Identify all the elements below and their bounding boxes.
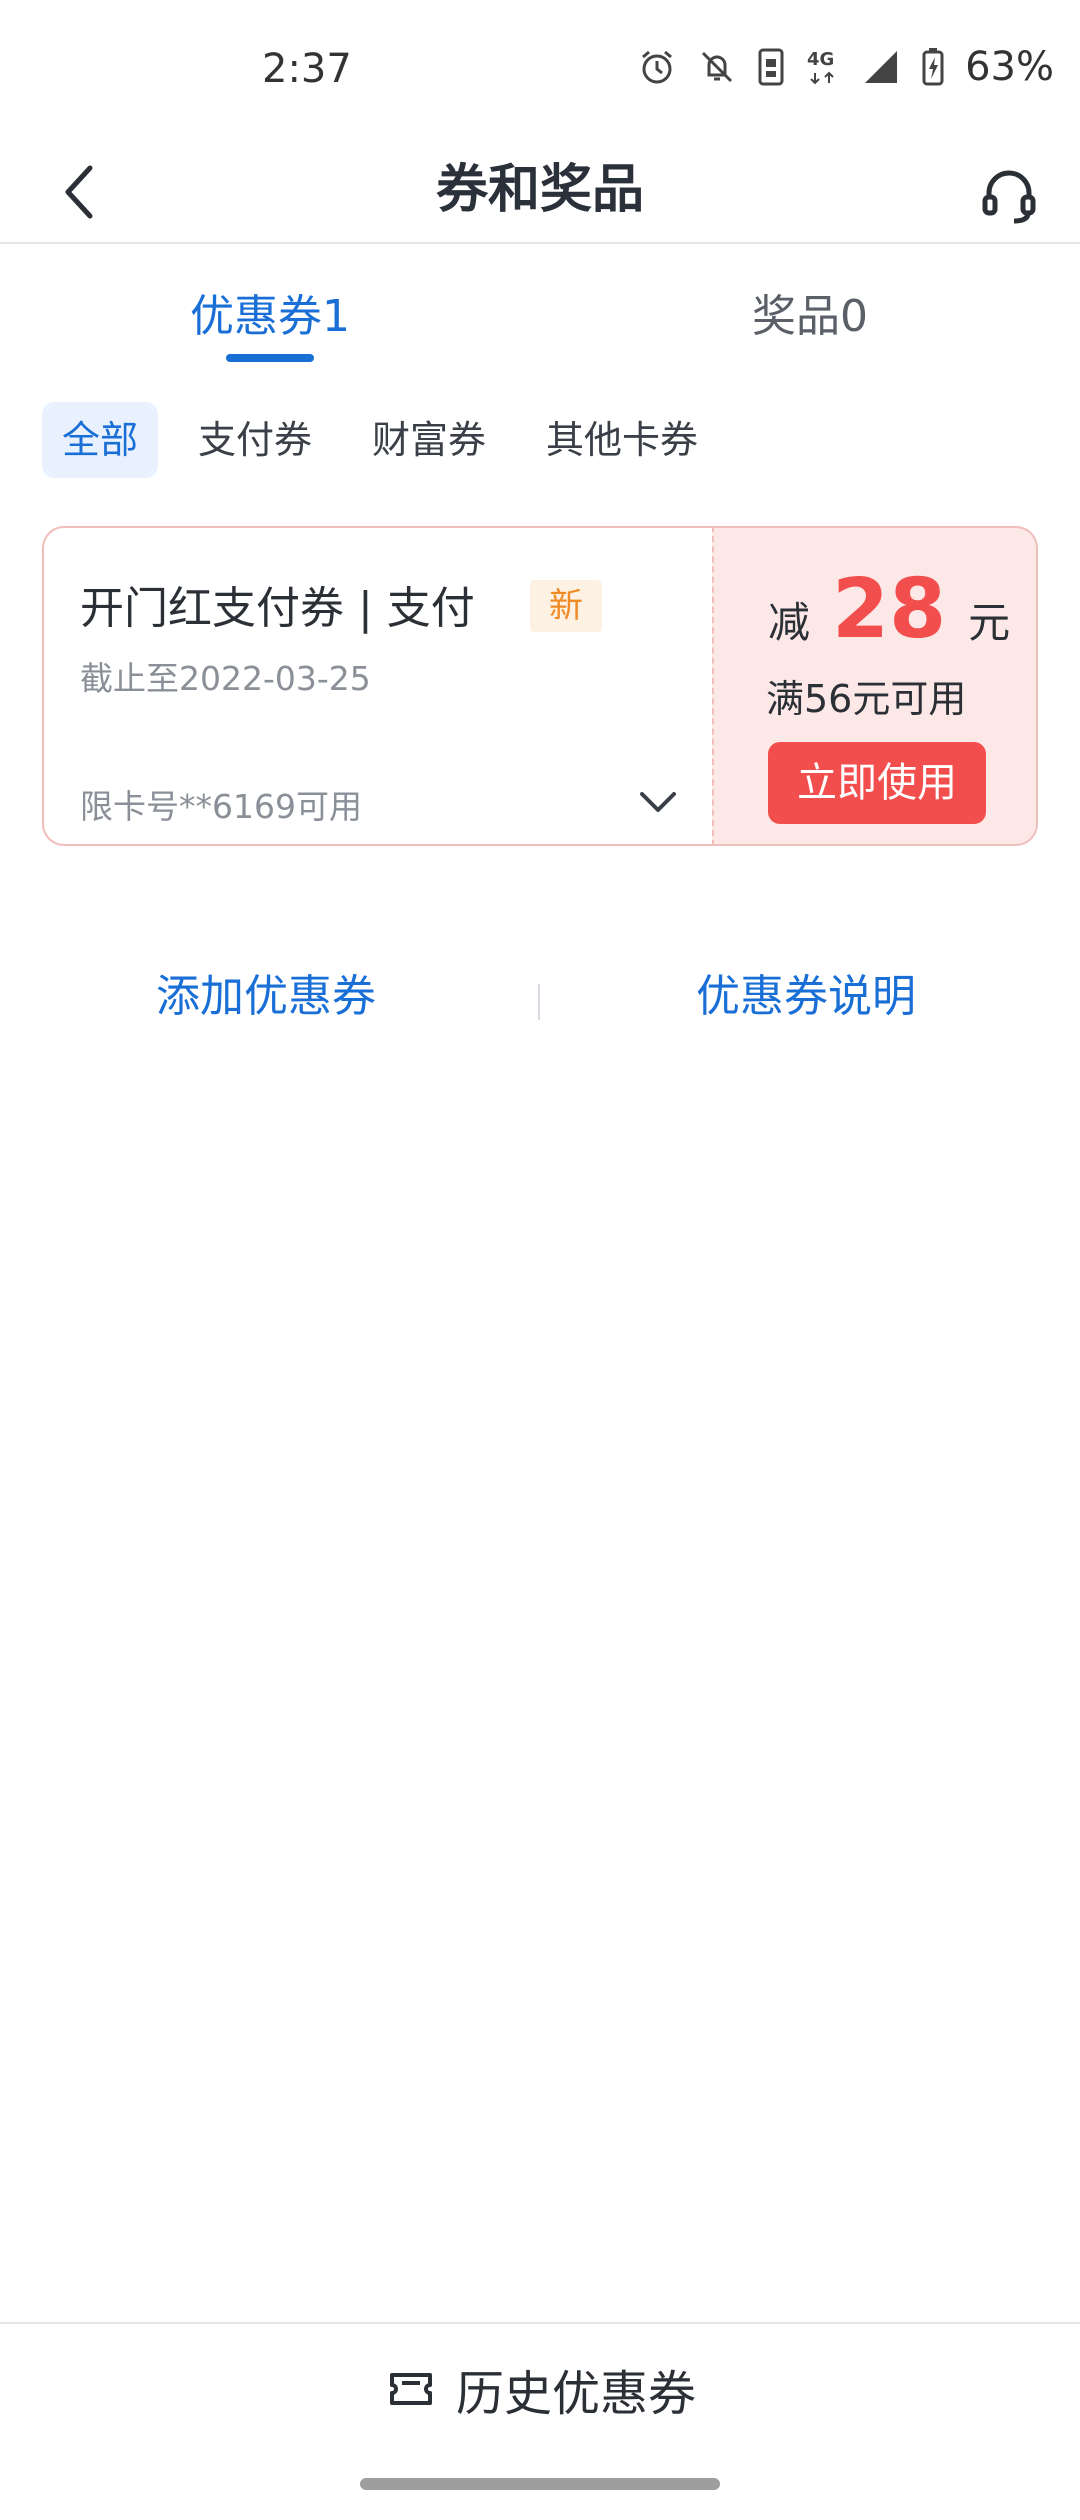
discount-amount: 减 28 元 bbox=[768, 562, 1010, 657]
coupon-value-panel: 减 28 元 满56元可用 立即使用 bbox=[712, 526, 1038, 846]
discount-prefix: 减 bbox=[768, 598, 811, 647]
tab-prizes[interactable]: 奖品0 bbox=[752, 280, 868, 344]
discount-unit: 元 bbox=[968, 598, 1011, 647]
coupon-card[interactable]: 开门红支付券 | 支付 新 截止至2022-03-25 限卡号**6169可用 … bbox=[42, 526, 1038, 846]
tab-bar: 优惠券1 奖品0 bbox=[0, 244, 1080, 364]
footer: 历史优惠券 bbox=[0, 2322, 1080, 2454]
coupon-info: 开门红支付券 | 支付 新 截止至2022-03-25 限卡号**6169可用 bbox=[42, 526, 712, 846]
discount-value: 28 bbox=[832, 562, 947, 657]
svg-text:4G: 4G bbox=[807, 49, 834, 70]
home-indicator[interactable] bbox=[360, 2478, 720, 2490]
mute-icon bbox=[702, 51, 733, 83]
expand-details-button[interactable] bbox=[636, 782, 680, 822]
coupon-card-limit: 限卡号**6169可用 bbox=[80, 787, 362, 826]
coupon-expire-date: 截止至2022-03-25 bbox=[80, 659, 371, 698]
coupon-links: 添加优惠券 优惠券说明 bbox=[0, 960, 1080, 1040]
active-tab-indicator bbox=[226, 354, 314, 362]
battery-charging-icon bbox=[922, 48, 944, 86]
customer-service-button[interactable] bbox=[964, 150, 1054, 240]
status-icons: 4G 63% bbox=[637, 44, 1054, 90]
status-time: 2:37 bbox=[262, 46, 352, 92]
sim-icon bbox=[758, 48, 784, 86]
header: 券和奖品 bbox=[0, 140, 1080, 244]
network-4g-icon: 4G bbox=[807, 49, 834, 85]
signal-icon bbox=[865, 51, 898, 83]
history-coupons-button[interactable]: 历史优惠券 bbox=[388, 2354, 696, 2424]
filter-chips: 全部 支付券 财富券 其他卡券 bbox=[42, 402, 718, 478]
chevron-down-icon bbox=[640, 792, 676, 812]
filter-payment[interactable]: 支付券 bbox=[178, 402, 332, 478]
coupon-explanation-link[interactable]: 优惠券说明 bbox=[696, 960, 916, 1024]
battery-level: 63% bbox=[965, 44, 1054, 90]
new-badge: 新 bbox=[530, 580, 602, 632]
add-coupon-link[interactable]: 添加优惠券 bbox=[156, 960, 376, 1024]
filter-other-cards[interactable]: 其他卡券 bbox=[526, 402, 718, 478]
alarm-icon bbox=[642, 50, 673, 84]
filter-all[interactable]: 全部 bbox=[42, 402, 159, 478]
history-coupons-label: 历史优惠券 bbox=[456, 2366, 697, 2422]
ticket-icon bbox=[390, 2373, 432, 2405]
page-title: 券和奖品 bbox=[435, 160, 644, 220]
headset-icon bbox=[982, 170, 1036, 224]
filter-wealth[interactable]: 财富券 bbox=[352, 402, 506, 478]
coupon-threshold: 满56元可用 bbox=[766, 677, 967, 721]
status-bar: 2:37 4G 63% bbox=[0, 0, 1080, 140]
links-divider bbox=[538, 984, 540, 1020]
use-now-button[interactable]: 立即使用 bbox=[768, 742, 986, 824]
coupon-name: 开门红支付券 | 支付 bbox=[80, 583, 475, 634]
tab-coupons[interactable]: 优惠券1 bbox=[190, 280, 350, 344]
